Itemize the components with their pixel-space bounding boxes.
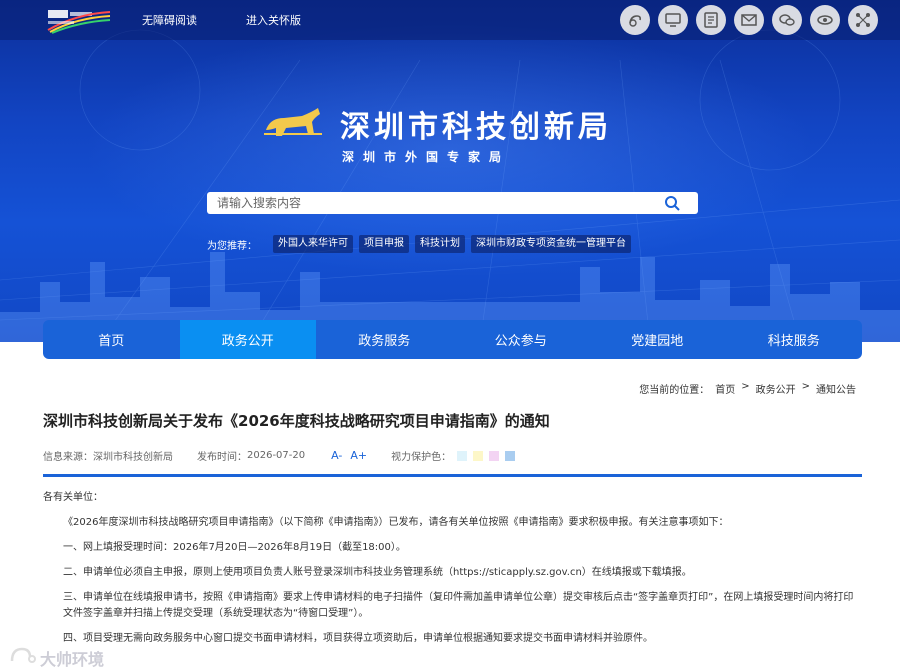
title-divider — [43, 474, 862, 477]
site-title: 深圳市科技创新局 — [340, 110, 612, 145]
hero-banner — [0, 0, 900, 342]
eye-color-swatch-blue[interactable] — [505, 450, 516, 461]
golden-bull-logo — [264, 108, 322, 136]
recommend-bar: 为您推荐： 外国人来华许可 项目申报 科技计划 深圳市财政专项资金统一管理平台 — [207, 235, 631, 253]
reader-icon[interactable] — [696, 5, 726, 35]
salutation: 各有关单位： — [43, 492, 103, 503]
article-body: 各有关单位： 《2026年度深圳市科技战略研究项目申请指南》（以下简称《申请指南… — [43, 490, 862, 656]
care-mode-link[interactable]: 进入关怀版 — [246, 12, 301, 28]
breadcrumb-separator: > — [741, 381, 750, 392]
breadcrumb-home[interactable]: 首页 — [715, 381, 735, 396]
source-label: 信息来源： — [43, 452, 93, 463]
breadcrumb-gov-affairs[interactable]: 政务公开 — [756, 381, 796, 396]
nav-tech-services[interactable]: 科技服务 — [726, 320, 863, 359]
watermark-logo-icon — [10, 647, 36, 663]
eye-color-swatch-yellow[interactable] — [473, 450, 484, 461]
recommend-tag-tech-plan[interactable]: 科技计划 — [415, 235, 465, 253]
recommend-label: 为您推荐： — [207, 240, 257, 252]
accessibility-link[interactable]: 无障碍阅读 — [142, 12, 197, 28]
eye-color-swatch-cyan[interactable] — [457, 450, 468, 461]
font-smaller-button[interactable]: A- — [331, 449, 342, 462]
nav-home[interactable]: 首页 — [43, 320, 180, 359]
eye-protect-label: 视力保护色： — [391, 452, 452, 463]
recommend-tag-project-apply[interactable]: 项目申报 — [359, 235, 409, 253]
font-larger-button[interactable]: A+ — [350, 449, 367, 462]
article-title: 深圳市科技创新局关于发布《2026年度科技战略研究项目申请指南》的通知 — [43, 412, 550, 430]
nav-party-building[interactable]: 党建园地 — [589, 320, 726, 359]
search-box — [207, 192, 698, 214]
wechat-icon[interactable] — [772, 5, 802, 35]
top-icon-group — [620, 5, 878, 35]
paragraph-3: 三、申请单位在线填报申请书，按照《申请指南》要求上传申请材料的电子扫描件（复印件… — [63, 592, 854, 619]
paragraph-2: 二、申请单位必须自主申报，原则上使用项目负责人账号登录深圳市科技业务管理系统（h… — [63, 567, 692, 578]
breadcrumb-notices[interactable]: 通知公告 — [816, 381, 856, 396]
gov-service-icon[interactable] — [810, 5, 840, 35]
nav-gov-affairs[interactable]: 政务公开 — [179, 320, 316, 359]
network-icon[interactable] — [848, 5, 878, 35]
main-nav: 首页 政务公开 政务服务 公众参与 党建园地 科技服务 — [43, 320, 862, 359]
breadcrumb-separator: > — [801, 381, 810, 392]
paragraph-4: 四、项目受理无需向政务服务中心窗口提交书面申请材料，项目获得立项资助后，申请单位… — [63, 633, 653, 644]
eye-color-swatch-pink[interactable] — [489, 450, 500, 461]
source-value: 深圳市科技创新局 — [93, 452, 173, 463]
weibo-like-icon[interactable] — [620, 5, 650, 35]
search-icon[interactable] — [664, 195, 680, 211]
article-meta: 信息来源： 深圳市科技创新局 发布时间： 2026-07-20 A- A+ 视力… — [43, 448, 516, 463]
watermark-text: 大帅环境 — [40, 650, 105, 669]
date-value: 2026-07-20 — [247, 450, 306, 461]
top-bar: 无障碍阅读 进入关怀版 — [0, 0, 900, 40]
date-label: 发布时间： — [197, 452, 247, 463]
nav-gov-services[interactable]: 政务服务 — [316, 320, 453, 359]
monitor-icon[interactable] — [658, 5, 688, 35]
breadcrumb-prefix: 您当前的位置： — [639, 385, 710, 396]
search-input[interactable] — [217, 194, 657, 212]
recommend-tag-fund-platform[interactable]: 深圳市财政专项资金统一管理平台 — [471, 235, 631, 253]
nav-public-participation[interactable]: 公众参与 — [453, 320, 590, 359]
shenzhen-china-logo[interactable] — [46, 6, 112, 34]
paragraph-intro: 《2026年度深圳市科技战略研究项目申请指南》（以下简称《申请指南》）已发布，请… — [63, 517, 729, 528]
breadcrumb: 您当前的位置： 首页 > 政务公开 > 通知公告 — [639, 381, 856, 396]
mail-icon[interactable] — [734, 5, 764, 35]
site-subtitle: 深圳市外国专家局 — [342, 150, 511, 164]
recommend-tag-foreigner-permit[interactable]: 外国人来华许可 — [273, 235, 353, 253]
paragraph-1: 一、网上填报受理时间：2026年7月20日—2026年8月19日（截至18:00… — [63, 542, 406, 553]
